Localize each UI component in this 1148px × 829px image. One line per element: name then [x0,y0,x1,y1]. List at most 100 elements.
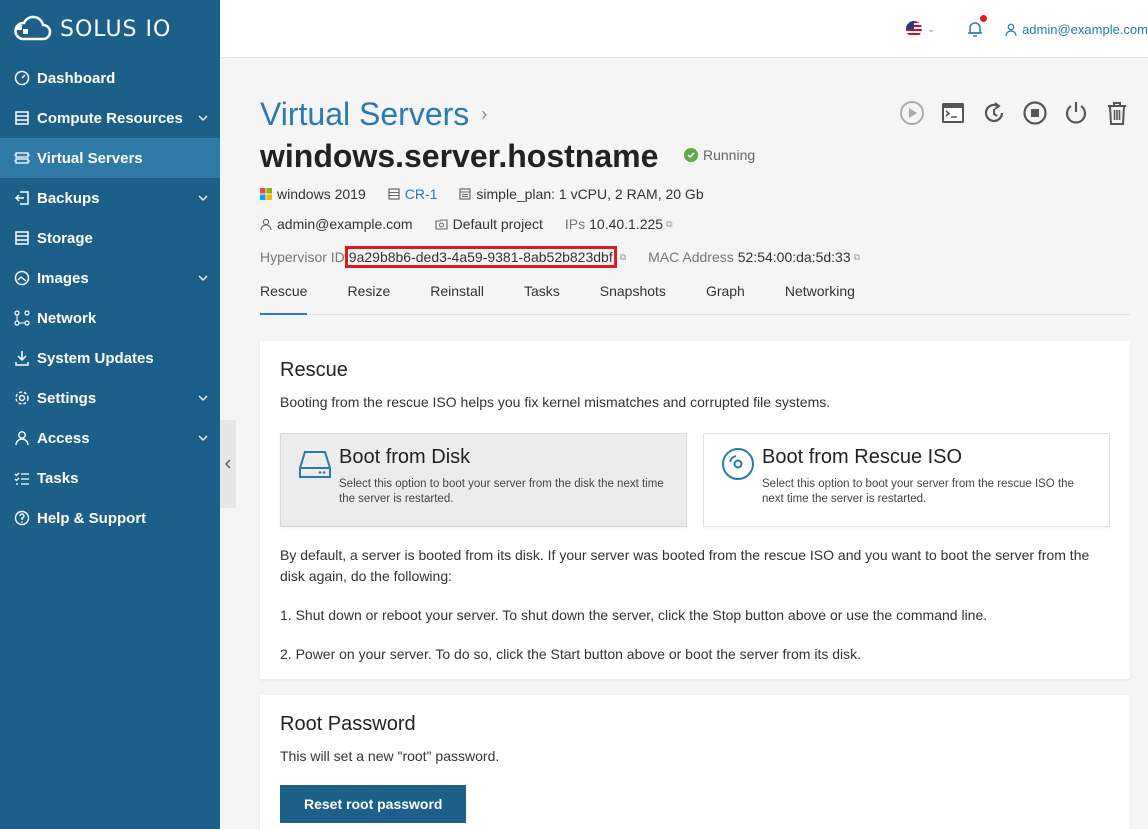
sidebar-item-settings[interactable]: Settings [0,378,220,418]
plan-icon [459,188,472,200]
tab-graph[interactable]: Graph [706,283,745,315]
cloud-logo-icon [14,15,52,41]
sidebar-item-dashboard[interactable]: Dashboard [0,58,220,98]
user-icon [260,218,272,230]
gear-icon [13,389,31,407]
sidebar-item-label: Images [37,269,89,287]
stop-icon [1023,101,1047,125]
meta-hypervisor: Hypervisor ID 9a29b8b6-ded3-4a59-9381-8a… [260,246,626,268]
boot-from-disk-text: Boot from Disk Select this option to boo… [339,446,670,514]
mac-value: 52:54:00:da:5d:33 [737,249,851,265]
meta-mac: MAC Address 52:54:00:da:5d:33 ⧉ [648,249,860,265]
sidebar-item-backups[interactable]: Backups [0,178,220,218]
boot-from-rescue-iso-option[interactable]: Boot from Rescue ISO Select this option … [703,433,1110,527]
stop-button[interactable] [1022,100,1048,126]
rescue-step-1: 1. Shut down or reboot your server. To s… [280,607,988,623]
os-value: windows 2019 [277,186,366,202]
sidebar-item-label: Network [37,309,97,327]
sidebar-item-system-updates[interactable]: System Updates [0,338,220,378]
meta-row-2: admin@example.com Default project IPs 10… [260,216,695,232]
servers-icon [13,149,31,167]
breadcrumb: Virtual Servers › [260,96,487,133]
boot-from-rescue-iso-desc: Select this option to boot your server f… [762,478,1074,505]
boot-from-disk-option[interactable]: Boot from Disk Select this option to boo… [280,433,687,527]
copy-icon[interactable]: ⧉ [620,252,626,263]
reboot-button[interactable] [981,100,1007,126]
page-title: windows.server.hostname [260,138,659,174]
sidebar-item-images[interactable]: Images [0,258,220,298]
sidebar-item-access[interactable]: Access [0,418,220,458]
root-password-title: Root Password [280,713,416,735]
start-button[interactable] [899,100,925,126]
disc-icon [722,448,754,480]
boot-from-rescue-iso-text: Boot from Rescue ISO Select this option … [762,446,1093,514]
meta-row-1: windows 2019 CR-1 simple_plan: 1 vCPU, 2… [260,186,726,202]
rescue-default-para: By default, a server is booted from its … [280,547,1090,584]
reboot-icon [984,102,1004,122]
compute-resource-link[interactable]: CR-1 [405,186,438,202]
images-icon [13,269,31,287]
delete-button[interactable] [1104,100,1130,126]
sidebar-item-label: Storage [37,229,93,247]
tab-resize[interactable]: Resize [347,283,390,315]
meta-compute-resource: CR-1 [388,186,438,202]
status-badge: Running [684,147,755,163]
logo[interactable]: SOLUS IO [0,0,220,58]
us-flag-icon[interactable] [905,21,922,37]
sidebar-item-label: Access [37,429,90,447]
sidebar-item-virtual-servers[interactable]: Virtual Servers [0,138,220,178]
tab-reinstall[interactable]: Reinstall [430,283,484,315]
breadcrumb-virtual-servers[interactable]: Virtual Servers [260,96,469,133]
ips-label: IPs [564,216,586,232]
tab-rescue[interactable]: Rescue [260,283,308,315]
chevron-down-icon [198,395,208,401]
meta-owner: admin@example.com [260,216,413,232]
user-email: admin@example.com [1022,21,1148,37]
project-icon [435,219,448,230]
sidebar-item-label: Virtual Servers [37,149,143,167]
meta-ips: IPs 10.40.1.225 ⧉ [565,216,673,232]
mac-label: MAC Address [648,249,734,265]
disk-icon [299,451,331,478]
boot-options: Boot from Disk Select this option to boo… [280,433,1110,527]
sidebar-item-tasks[interactable]: Tasks [0,458,220,498]
windows-icon [260,188,272,200]
sidebar-item-help-support[interactable]: Help & Support [0,498,220,538]
tab-networking[interactable]: Networking [785,283,855,315]
tasks-icon [13,469,31,487]
server-actions [884,100,1130,126]
root-password-card: Root Password This will set a new "root"… [260,695,1130,829]
sidebar-item-storage[interactable]: Storage [0,218,220,258]
topbar-right: ⌄ admin@example.com [905,0,1148,58]
power-off-button[interactable] [1063,100,1089,126]
compute-icon [13,109,31,127]
plan-value: simple_plan: 1 vCPU, 2 RAM, 20 Gb [476,186,704,202]
rescue-card: Rescue Booting from the rescue ISO helps… [260,341,1130,679]
copy-icon[interactable]: ⧉ [854,252,860,263]
bell-icon[interactable] [965,15,988,39]
console-button[interactable] [940,100,966,126]
help-icon [13,509,31,527]
user-icon [1005,23,1017,36]
play-icon [900,101,924,125]
sidebar: SOLUS IO Dashboard Compute Resources Vir… [0,0,220,829]
rescue-step-2: 2. Power on your server. To do so, click… [280,646,862,662]
reset-root-password-button[interactable]: Reset root password [280,785,467,823]
tab-snapshots[interactable]: Snapshots [600,283,666,315]
sidebar-collapse-handle[interactable] [220,420,236,508]
tab-tasks[interactable]: Tasks [524,283,560,315]
status-text: Running [703,147,756,163]
sidebar-item-label: System Updates [37,349,154,367]
meta-project: Default project [435,216,543,232]
hypervisor-label: Hypervisor ID [260,249,345,265]
copy-icon[interactable]: ⧉ [666,219,672,230]
language-caret-icon[interactable]: ⌄ [928,24,936,35]
user-menu[interactable]: admin@example.com [1005,22,1148,37]
user-icon [13,429,31,447]
dashboard-icon [13,69,31,87]
sidebar-item-network[interactable]: Network [0,298,220,338]
sidebar-item-compute-resources[interactable]: Compute Resources [0,98,220,138]
owner-value: admin@example.com [277,216,413,232]
updates-icon [13,349,31,367]
ips-value: 10.40.1.225 [589,216,664,232]
